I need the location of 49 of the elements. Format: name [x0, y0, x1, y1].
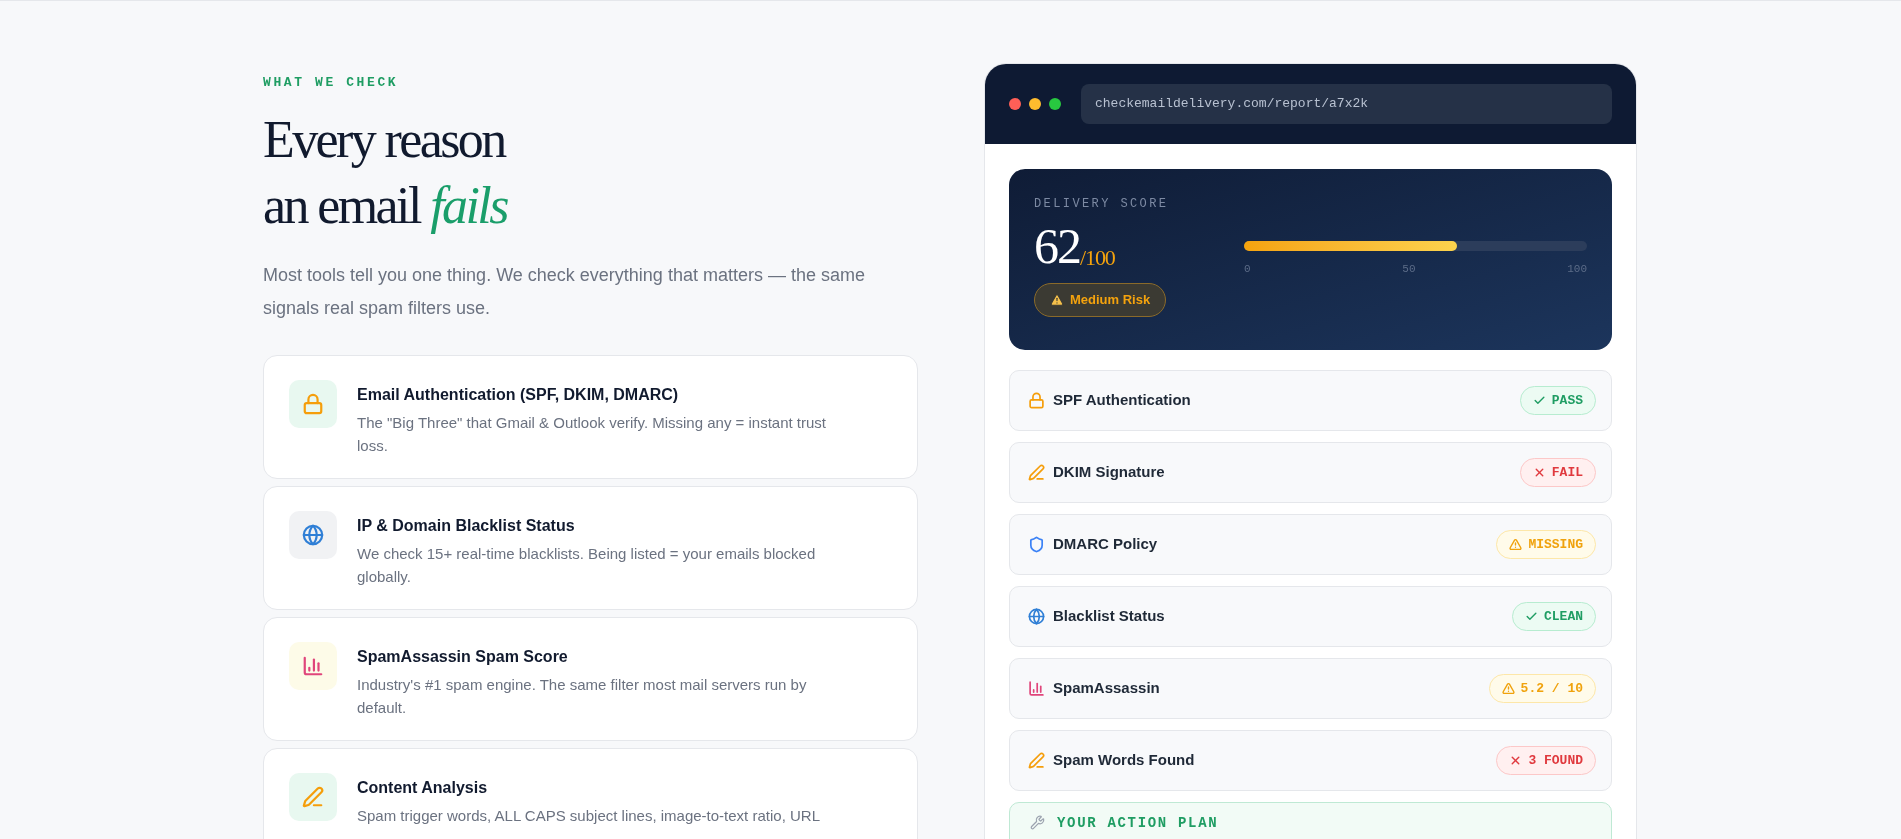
pen-icon	[1028, 752, 1045, 769]
lock-icon	[302, 392, 324, 415]
section-heading: Every reason	[263, 109, 505, 170]
check-name: SpamAssassin	[1053, 678, 1160, 699]
feature-title: Content Analysis	[357, 777, 489, 798]
feature-description: We check 15+ real-time blacklists. Being listed = your emails blocked globally.	[357, 543, 817, 587]
bar-chart-icon	[302, 654, 324, 677]
globe-icon	[302, 523, 324, 546]
feature-description: Spam trigger words, ALL CAPS subject lines, image-to-text ratio, URL	[357, 805, 821, 826]
pen-icon	[302, 785, 324, 808]
lock-icon	[1028, 392, 1045, 409]
section-heading: an email fails	[263, 175, 507, 236]
check-name: Blacklist Status	[1053, 606, 1165, 627]
check-name: SPF Authentication	[1053, 390, 1191, 411]
check-name: DKIM Signature	[1053, 462, 1165, 483]
scale-tick: 100	[1567, 262, 1587, 277]
section-eyebrow: WHAT WE CHECK	[263, 74, 400, 92]
warning-icon	[1501, 682, 1515, 695]
status-badge: 5.2 / 10	[1488, 674, 1596, 703]
feature-title: SpamAssassin Spam Score	[357, 646, 569, 667]
warning-icon	[1050, 293, 1064, 307]
feature-description: The "Big Three" that Gmail & Outlook verify. Missing any = instant trust loss.	[357, 412, 828, 456]
intro-paragraph: Most tools tell you one thing. We check everything that matters — the same signals real spam filters use.	[263, 263, 866, 320]
warning-icon	[1509, 538, 1523, 551]
score-value: 62	[1034, 217, 1080, 275]
status-badge: CLEAN	[1512, 602, 1596, 631]
check-icon	[1525, 610, 1538, 623]
scale-tick: 0	[1244, 262, 1251, 277]
check-name: DMARC Policy	[1053, 534, 1158, 555]
pen-icon	[1028, 464, 1045, 481]
check-name: Spam Words Found	[1053, 750, 1195, 771]
feature-title: IP & Domain Blacklist Status	[357, 515, 576, 536]
action-plan-title: YOUR ACTION PLAN	[1057, 815, 1219, 832]
status-badge: MISSING	[1496, 530, 1596, 559]
status-badge: FAIL	[1519, 458, 1596, 487]
globe-icon	[1028, 608, 1045, 625]
risk-badge: Medium Risk	[1034, 283, 1167, 317]
wrench-icon	[1030, 815, 1045, 830]
status-badge: 3 FOUND	[1496, 746, 1596, 775]
bar-chart-icon	[1028, 680, 1045, 697]
shield-icon	[1028, 536, 1045, 553]
feature-description: Industry's #1 spam engine. The same filter most mail servers run by default.	[357, 674, 808, 718]
check-icon	[1532, 394, 1546, 407]
score-label: DELIVERY SCORE	[1034, 196, 1170, 213]
scale-tick: 50	[1402, 262, 1416, 277]
address-bar[interactable]: checkemaildelivery.com/report/a7x2k	[1081, 84, 1612, 124]
score-total: /100	[1080, 245, 1115, 272]
status-badge: PASS	[1519, 386, 1596, 415]
feature-title: Email Authentication (SPF, DKIM, DMARC)	[357, 384, 680, 405]
